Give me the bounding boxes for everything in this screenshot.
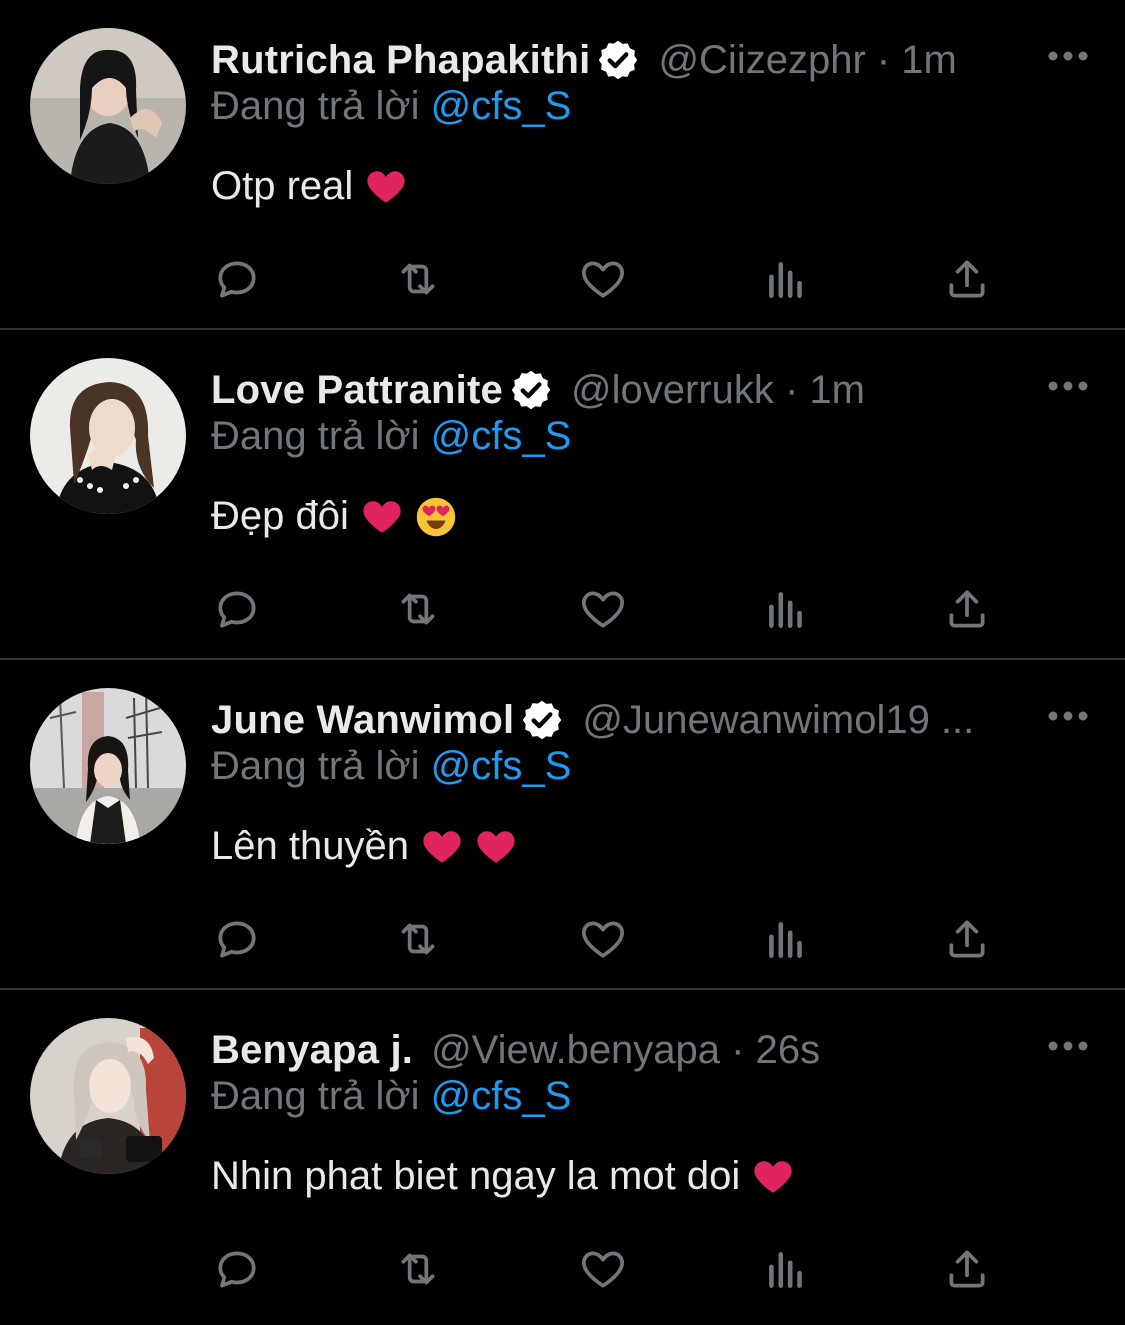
tweet-text: Nhin phat biet ngay la mot doi [211, 1154, 794, 1199]
tweet-header: Benyapa j. @View.benyapa · 26s [211, 1024, 1015, 1076]
avatar[interactable] [30, 688, 186, 844]
red-heart-icon [477, 830, 515, 863]
tweet-text-content: Otp real [211, 164, 354, 208]
tweet-text-content: Nhin phat biet ngay la mot doi [211, 1154, 741, 1198]
share-icon[interactable] [942, 254, 992, 304]
tweet-text: Lên thuyền [211, 824, 517, 869]
more-options-icon[interactable] [1045, 374, 1091, 398]
verified-badge-icon [511, 370, 551, 410]
avatar[interactable] [30, 28, 186, 184]
like-icon[interactable] [578, 914, 628, 964]
display-name[interactable]: Benyapa j. [211, 1028, 413, 1073]
tweet-header: June Wanwimol @Junewanwimol19 ... [211, 694, 1015, 746]
tweet-text-content: Đẹp đôi [211, 494, 349, 538]
share-icon[interactable] [942, 584, 992, 634]
verified-badge-icon [599, 40, 638, 80]
replying-to-handle[interactable]: @cfs_S [431, 1074, 572, 1118]
retweet-icon[interactable] [393, 254, 443, 304]
tweet-header: Rutricha Phapakithi @Ciizezphr · 1m [211, 34, 1015, 86]
replying-to: Đang trả lời @cfs_S [211, 84, 571, 129]
tweet-item[interactable]: Benyapa j. @View.benyapa · 26s Đang trả … [0, 990, 1125, 1325]
reply-icon[interactable] [212, 1244, 262, 1294]
tweet-header: Love Pattranite @loverrukk · 1m [211, 364, 1015, 416]
tweet-text-content: Lên thuyền [211, 824, 409, 868]
replying-to-label: Đang trả lời [211, 414, 420, 458]
like-icon[interactable] [578, 584, 628, 634]
verified-badge-icon [523, 700, 562, 740]
display-name[interactable]: June Wanwimol [211, 698, 514, 743]
like-icon[interactable] [578, 1244, 628, 1294]
like-icon[interactable] [578, 254, 628, 304]
share-icon[interactable] [942, 1244, 992, 1294]
tweet-actions [0, 1244, 1125, 1304]
replying-to-handle[interactable]: @cfs_S [431, 414, 572, 458]
handle-and-time[interactable]: @loverrukk · 1m [571, 368, 1015, 413]
share-icon[interactable] [942, 914, 992, 964]
replying-to-label: Đang trả lời [211, 744, 420, 788]
replying-to: Đang trả lời @cfs_S [211, 744, 571, 789]
avatar[interactable] [30, 1018, 186, 1174]
tweet-actions [0, 584, 1125, 644]
handle-and-time[interactable]: @Ciizezphr · 1m [658, 38, 1015, 83]
replying-to-label: Đang trả lời [211, 1074, 420, 1118]
retweet-icon[interactable] [393, 1244, 443, 1294]
reply-timeline: Rutricha Phapakithi @Ciizezphr · 1m Đang… [0, 0, 1125, 1325]
more-options-icon[interactable] [1045, 704, 1091, 728]
tweet-item[interactable]: June Wanwimol @Junewanwimol19 ... Đang t… [0, 660, 1125, 990]
reply-icon[interactable] [212, 584, 262, 634]
views-icon[interactable] [761, 1244, 811, 1294]
tweet-actions [0, 914, 1125, 974]
replying-to-handle[interactable]: @cfs_S [431, 744, 572, 788]
handle-and-time[interactable]: @Junewanwimol19 ... [582, 698, 1015, 743]
reply-icon[interactable] [212, 914, 262, 964]
replying-to: Đang trả lời @cfs_S [211, 1074, 571, 1119]
red-heart-icon [423, 830, 461, 863]
handle-and-time[interactable]: @View.benyapa · 26s [431, 1028, 1015, 1073]
replying-to-label: Đang trả lời [211, 84, 420, 128]
replying-to: Đang trả lời @cfs_S [211, 414, 571, 459]
views-icon[interactable] [761, 584, 811, 634]
red-heart-icon [754, 1160, 792, 1193]
replying-to-handle[interactable]: @cfs_S [431, 84, 572, 128]
red-heart-icon [367, 170, 405, 203]
views-icon[interactable] [761, 254, 811, 304]
tweet-text: Otp real [211, 164, 407, 209]
reply-icon[interactable] [212, 254, 262, 304]
more-options-icon[interactable] [1045, 44, 1091, 68]
red-heart-icon [363, 500, 401, 533]
avatar[interactable] [30, 358, 186, 514]
heart-eyes-face-icon [416, 497, 456, 536]
more-options-icon[interactable] [1045, 1034, 1091, 1058]
retweet-icon[interactable] [393, 914, 443, 964]
tweet-actions [0, 254, 1125, 314]
views-icon[interactable] [761, 914, 811, 964]
tweet-item[interactable]: Love Pattranite @loverrukk · 1m Đang trả… [0, 330, 1125, 660]
tweet-item[interactable]: Rutricha Phapakithi @Ciizezphr · 1m Đang… [0, 0, 1125, 330]
retweet-icon[interactable] [393, 584, 443, 634]
tweet-text: Đẹp đôi [211, 494, 457, 539]
display-name[interactable]: Love Pattranite [211, 368, 503, 413]
display-name[interactable]: Rutricha Phapakithi [211, 38, 590, 83]
